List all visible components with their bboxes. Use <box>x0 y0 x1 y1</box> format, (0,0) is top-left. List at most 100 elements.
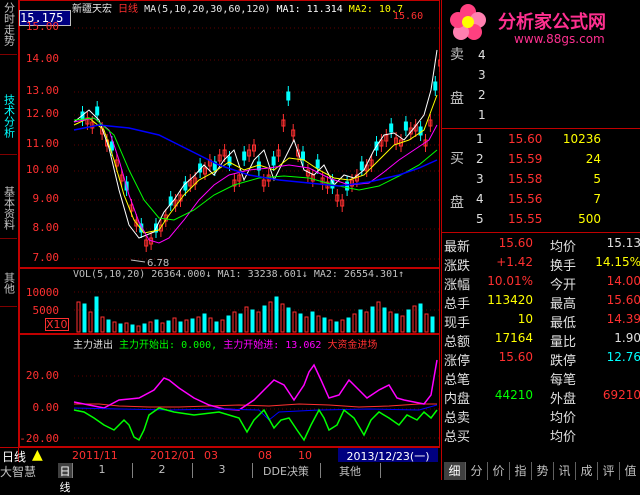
quote-row: 总手 113420 最高 15.60 <box>442 293 640 312</box>
date-label: 2011/11 <box>72 449 118 462</box>
quote-value: 15.60 <box>498 350 533 364</box>
bottom-tab-daily[interactable]: 日线 <box>58 463 73 494</box>
buy-level: 4 <box>476 192 484 206</box>
buy-row: 1 15.60 10236 <box>442 132 640 151</box>
date-label: 10 <box>298 449 312 462</box>
quote-label: 每笔 <box>550 373 577 388</box>
quote-value: +1.42 <box>496 255 533 269</box>
indicator-svg <box>73 359 438 442</box>
quote-tab[interactable]: 评 <box>598 462 620 480</box>
chart-area[interactable]: 15.175 新疆天宏 日线 MA(5,10,20,30,60,120) MA1… <box>19 0 440 447</box>
buy-price: 15.59 <box>508 152 543 166</box>
quote-row: 总卖 均价 <box>442 407 640 426</box>
quote-value: 12.76 <box>606 350 640 364</box>
quote-row: 总笔 每笔 <box>442 369 640 388</box>
quote-tab[interactable]: 值 <box>620 462 640 480</box>
quote-value: 69210 <box>602 388 640 402</box>
quote-tab[interactable]: 讯 <box>554 462 576 480</box>
bottom-tab-other[interactable]: 其他 <box>320 463 381 478</box>
quote-value: 113420 <box>487 293 533 307</box>
quote-value: 14.39 <box>606 312 640 326</box>
quote-label: 换手 <box>550 259 577 274</box>
quote-label: 涨跌 <box>444 259 471 274</box>
quote-label: 最高 <box>550 297 577 312</box>
tab-other[interactable]: 其他 <box>0 272 17 307</box>
quote-label: 总手 <box>444 297 471 312</box>
buy-level: 2 <box>476 152 484 166</box>
quote-label: 均价 <box>550 411 577 426</box>
buy-row: 2 15.59 24 <box>442 152 640 171</box>
tab-technical[interactable]: 技术分析 <box>0 94 17 155</box>
quote-label: 总额 <box>444 335 471 350</box>
watermark-title: 分析家公式网 <box>498 12 606 33</box>
date-label: 2012/01 <box>150 449 196 462</box>
quote-label: 现手 <box>444 316 471 331</box>
current-date: 2013/12/23(一) <box>338 448 438 463</box>
indicator-magenta-line <box>73 359 438 411</box>
quote-label: 最低 <box>550 316 577 331</box>
quote-label: 总买 <box>444 430 471 445</box>
buy-volume: 7 <box>593 192 601 206</box>
brand-label: 大智慧 <box>0 465 37 479</box>
bottom-bar: 日线 ▲ 2011/11 2012/01 03 08 10 2013/12/23… <box>0 447 440 494</box>
buy-price: 15.55 <box>508 212 543 226</box>
buy-volume: 24 <box>585 152 601 166</box>
quote-label: 均价 <box>550 240 577 255</box>
watermark: 分析家公式网 www.88gs.com <box>442 0 640 48</box>
flower-logo-icon <box>448 2 488 42</box>
quote-row: 现手 10 最低 14.39 <box>442 312 640 331</box>
quote-tab[interactable]: 成 <box>576 462 598 480</box>
quote-panel: 分析家公式网 www.88gs.com 卖 盘 4 3 2 1 买 盘 1 15… <box>441 0 640 480</box>
quote-row: 涨幅 10.01% 今开 14.00 <box>442 274 640 293</box>
quote-value: 10.01% <box>487 274 533 288</box>
tab-fundamentals[interactable]: 基本资料 <box>0 186 17 239</box>
quote-row: 涨跌 +1.42 换手 14.15% <box>442 255 640 274</box>
sell-label: 卖 <box>450 47 464 63</box>
date-label: 08 <box>258 449 272 462</box>
quote-value: 15.60 <box>606 293 640 307</box>
date-axis: 日线 ▲ 2011/11 2012/01 03 08 10 2013/12/23… <box>0 447 440 464</box>
sell-level: 4 <box>478 48 486 62</box>
buy-level: 5 <box>476 212 484 226</box>
buy-level: 3 <box>476 172 484 186</box>
indicator-green-line <box>73 407 438 442</box>
quote-value: 14.00 <box>606 274 640 288</box>
quote-label: 今开 <box>550 278 577 293</box>
quote-row: 涨停 15.60 跌停 12.76 <box>442 350 640 369</box>
quote-row: 总额 17164 量比 1.90 <box>442 331 640 350</box>
quote-label: 总笔 <box>444 373 471 388</box>
sell-level: 2 <box>478 88 486 102</box>
quote-tab[interactable]: 势 <box>532 462 554 480</box>
date-label: 03 <box>204 449 218 462</box>
buy-row: 3 15.58 5 <box>442 172 640 191</box>
buy-price: 15.56 <box>508 192 543 206</box>
bottom-tab-2[interactable]: 2 <box>132 463 193 478</box>
buy-price: 15.58 <box>508 172 543 186</box>
buy-price: 15.60 <box>508 132 543 146</box>
quote-label: 跌停 <box>550 354 577 369</box>
indicator-red-line <box>74 403 437 408</box>
left-tab-bar: 分时走势 技术分析 基本资料 其他 <box>0 0 19 462</box>
buy-volume: 10236 <box>562 132 601 146</box>
quote-label: 内盘 <box>444 392 471 407</box>
quote-value: 17164 <box>494 331 533 345</box>
sell-level: 1 <box>478 108 486 122</box>
quote-label: 外盘 <box>550 392 577 407</box>
quote-tab[interactable]: 价 <box>488 462 510 480</box>
buy-volume: 500 <box>578 212 601 226</box>
period-up-icon[interactable]: ▲ <box>32 447 43 463</box>
bottom-tab-dde[interactable]: DDE决策 <box>252 463 321 478</box>
sell-level: 3 <box>478 68 486 82</box>
quote-tab[interactable]: 细 <box>444 462 466 480</box>
quote-tab[interactable]: 指 <box>510 462 532 480</box>
bottom-tab-3[interactable]: 3 <box>192 463 253 478</box>
quote-value: 1.90 <box>614 331 640 345</box>
quote-tab[interactable]: 分 <box>466 462 488 480</box>
buy-level: 1 <box>476 132 484 146</box>
quote-row: 内盘 44210 外盘 69210 <box>442 388 640 407</box>
bottom-tab-1[interactable]: 1 <box>72 463 133 478</box>
quote-value: 10 <box>517 312 533 326</box>
quote-value: 44210 <box>494 388 533 402</box>
quote-value: 15.60 <box>498 236 533 250</box>
tab-intraday[interactable]: 分时走势 <box>0 2 17 55</box>
